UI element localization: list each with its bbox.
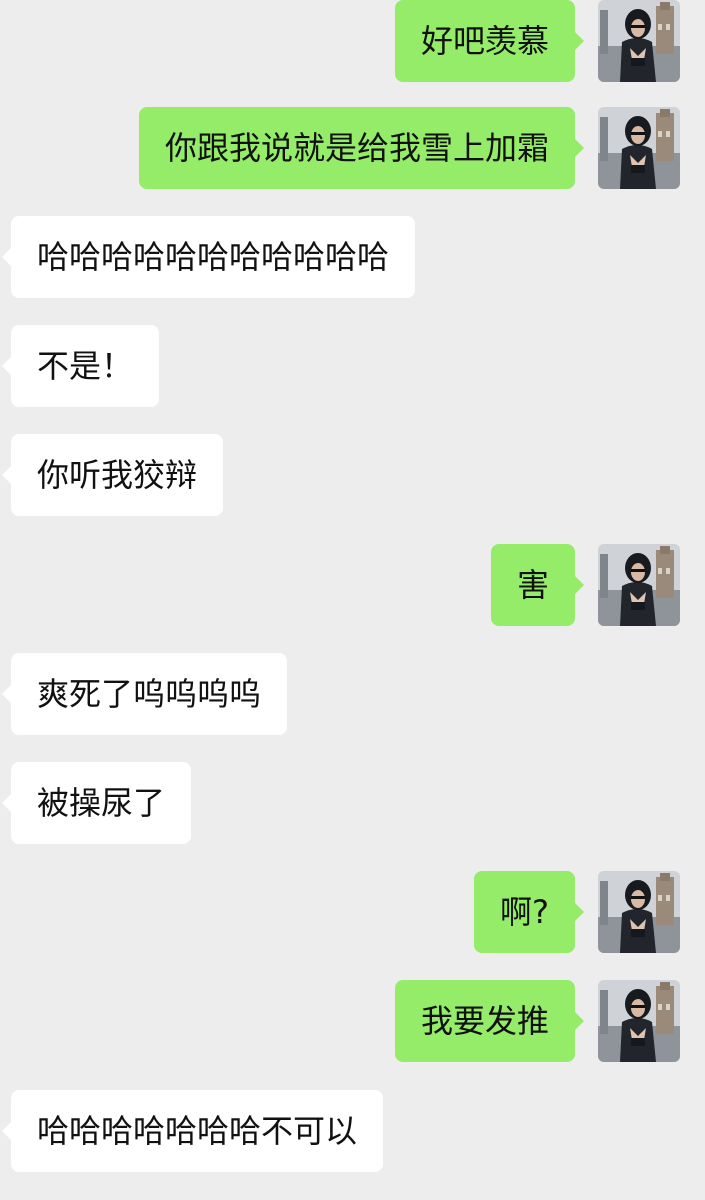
message-row: 好吧羡慕 <box>0 0 705 84</box>
message-row: 哈哈哈哈哈哈哈不可以 <box>0 1090 705 1174</box>
message-row: 我要发推 <box>0 980 705 1064</box>
message-row: 爽死了呜呜呜呜 <box>0 653 705 737</box>
incoming-message-bubble[interactable]: 你听我狡辩 <box>1 434 224 516</box>
incoming-message-bubble[interactable]: 哈哈哈哈哈哈哈不可以 <box>1 1090 384 1172</box>
outgoing-message-bubble[interactable]: 你跟我说就是给我雪上加霜 <box>138 107 585 189</box>
outgoing-message-bubble[interactable]: 害 <box>490 544 585 626</box>
user-avatar-icon[interactable] <box>598 0 680 82</box>
message-row: 被操尿了 <box>0 762 705 846</box>
message-row: 你听我狡辩 <box>0 434 705 518</box>
message-row: 害 <box>0 544 705 628</box>
outgoing-message-bubble[interactable]: 好吧羡慕 <box>394 0 585 82</box>
user-avatar-icon[interactable] <box>598 544 680 626</box>
incoming-message-bubble[interactable]: 不是！ <box>1 325 160 407</box>
incoming-message-bubble[interactable]: 被操尿了 <box>1 762 192 844</box>
message-row: 哈哈哈哈哈哈哈哈哈哈哈 <box>0 216 705 300</box>
user-avatar-icon[interactable] <box>598 871 680 953</box>
message-row: 啊? <box>0 871 705 955</box>
outgoing-message-bubble[interactable]: 啊? <box>474 871 584 953</box>
chat-window[interactable]: 好吧羡慕 你跟我说就是给我雪上加霜 哈哈哈哈哈哈哈哈哈哈哈 不是！ 你听我狡辩 … <box>0 0 705 1200</box>
message-row: 不是！ <box>0 325 705 409</box>
incoming-message-bubble[interactable]: 哈哈哈哈哈哈哈哈哈哈哈 <box>1 216 416 298</box>
user-avatar-icon[interactable] <box>598 107 680 189</box>
incoming-message-bubble[interactable]: 爽死了呜呜呜呜 <box>1 653 288 735</box>
outgoing-message-bubble[interactable]: 我要发推 <box>394 980 585 1062</box>
message-row: 你跟我说就是给我雪上加霜 <box>0 107 705 191</box>
user-avatar-icon[interactable] <box>598 980 680 1062</box>
